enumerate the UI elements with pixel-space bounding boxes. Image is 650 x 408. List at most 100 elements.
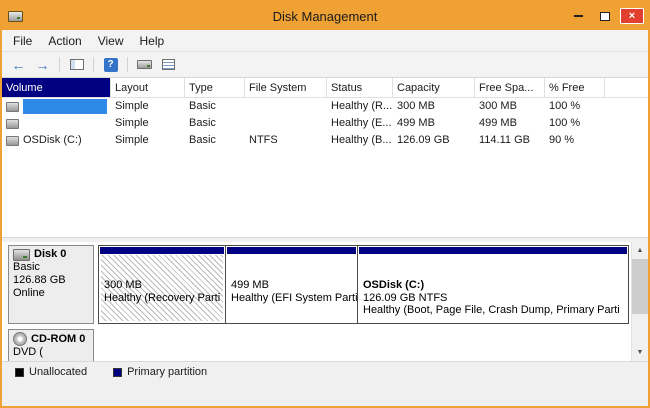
table-row-efi-volume[interactable]: Simple Basic Healthy (E... 499 MB 499 MB… [2,115,648,132]
free-space-cell: 114.11 GB [475,132,545,149]
status-cell: Healthy (E... [327,115,393,132]
layout-cell: Simple [111,115,185,132]
disk-management-window: Disk Management × File Action View Help … [0,0,650,408]
partition-color-strip [227,247,356,254]
disk-status: Online [13,287,89,300]
menu-action[interactable]: Action [40,31,89,51]
disk-0-partitions: 300 MB Healthy (Recovery Parti 499 MB He… [98,245,629,324]
close-button[interactable]: × [620,8,644,24]
cdrom-0-label[interactable]: CD-ROM 0 DVD ( [8,329,94,361]
forward-arrow-icon: → [36,58,50,72]
partition-name: OSDisk (C:) [363,279,623,292]
column-header-capacity[interactable]: Capacity [393,78,475,97]
status-cell: Healthy (R... [327,98,393,115]
chevron-up-icon: ▲ [637,247,644,254]
cdrom-name: CD-ROM 0 [31,333,85,346]
volume-icon [6,102,19,112]
back-arrow-icon: ← [12,58,26,72]
caption-buttons: × [566,8,644,24]
layout-cell: Simple [111,98,185,115]
capacity-cell: 126.09 GB [393,132,475,149]
disk-0-label[interactable]: Disk 0 Basic 126.88 GB Online [8,245,94,324]
show-console-tree-button[interactable] [66,55,87,75]
partition-color-strip [359,247,627,254]
table-row-recovery-volume[interactable]: Simple Basic Healthy (R... 300 MB 300 MB… [2,98,648,115]
partition-status: Healthy (Recovery Parti [104,292,220,305]
partition-osdisk-c[interactable]: OSDisk (C:) 126.09 GB NTFS Healthy (Boot… [357,245,629,324]
unallocated-swatch [15,368,24,377]
volume-icon [6,119,19,129]
status-strip [2,382,648,406]
scroll-down-button[interactable]: ▼ [632,344,648,361]
file-system-cell [245,115,327,132]
maximize-button[interactable] [593,8,617,24]
partition-recovery[interactable]: 300 MB Healthy (Recovery Parti [98,245,226,324]
column-header-layout[interactable]: Layout [111,78,185,97]
minimize-icon [574,15,583,17]
view-details-button[interactable] [158,55,179,75]
partition-color-strip [100,247,224,254]
window-title: Disk Management [2,9,648,24]
scroll-up-button[interactable]: ▲ [632,242,648,259]
help-button[interactable]: ? [100,55,121,75]
menu-file[interactable]: File [5,31,40,51]
cdrom-type: DVD ( [13,346,89,359]
legend-item-unallocated: Unallocated [15,366,87,378]
chevron-down-icon: ▼ [637,349,644,356]
column-header-pct-free[interactable]: % Free [545,78,605,97]
partition-size: 499 MB [231,279,352,292]
partition-size: 300 MB [104,279,220,292]
pct-free-cell: 100 % [545,115,605,132]
disk-icon [137,60,152,69]
status-cell: Healthy (B... [327,132,393,149]
minimize-button[interactable] [566,8,590,24]
menu-bar: File Action View Help [2,30,648,52]
selection-highlight [23,99,107,114]
toolbar: ← → ? [2,52,648,78]
file-system-cell: NTFS [245,132,327,149]
partition-status: Healthy (Boot, Page File, Crash Dump, Pr… [363,304,623,317]
legend-label: Primary partition [127,366,207,378]
title-bar: Disk Management × [2,2,648,30]
column-header-type[interactable]: Type [185,78,245,97]
toolbar-separator [59,57,60,72]
back-button[interactable]: ← [8,55,29,75]
pct-free-cell: 100 % [545,98,605,115]
volume-list-header: Volume Layout Type File System Status Ca… [2,78,648,98]
menu-help[interactable]: Help [132,31,173,51]
primary-partition-swatch [113,368,122,377]
maximize-icon [600,12,610,21]
cdrom-icon [13,332,27,346]
details-icon [162,59,175,70]
volume-icon [6,136,19,146]
forward-button[interactable]: → [32,55,53,75]
menu-view[interactable]: View [90,31,132,51]
partition-size: 126.09 GB NTFS [363,292,623,305]
capacity-cell: 300 MB [393,98,475,115]
partition-efi[interactable]: 499 MB Healthy (EFI System Partit [225,245,358,324]
help-icon: ? [104,58,118,72]
hard-disk-icon [13,249,30,261]
free-space-cell: 499 MB [475,115,545,132]
table-row-osdisk-volume[interactable]: OSDisk (C:) Simple Basic NTFS Healthy (B… [2,132,648,149]
partition-status: Healthy (EFI System Partit [231,292,352,305]
disk-type: Basic [13,261,89,274]
volume-list: Volume Layout Type File System Status Ca… [2,78,648,237]
capacity-cell: 499 MB [393,115,475,132]
disk-management-app-icon[interactable] [8,11,23,22]
legend-item-primary-partition: Primary partition [113,366,207,378]
column-header-free-space[interactable]: Free Spa... [475,78,545,97]
column-header-status[interactable]: Status [327,78,393,97]
volume-name: OSDisk (C:) [23,132,82,149]
toolbar-separator [127,57,128,72]
scrollbar-thumb[interactable] [632,259,648,314]
legend-label: Unallocated [29,366,87,378]
free-space-cell: 300 MB [475,98,545,115]
console-tree-icon [70,59,84,70]
column-header-volume[interactable]: Volume [2,78,111,97]
disk-properties-button[interactable] [134,55,155,75]
toolbar-separator [93,57,94,72]
column-header-file-system[interactable]: File System [245,78,327,97]
type-cell: Basic [185,132,245,149]
vertical-scrollbar[interactable]: ▲ ▼ [631,242,648,361]
